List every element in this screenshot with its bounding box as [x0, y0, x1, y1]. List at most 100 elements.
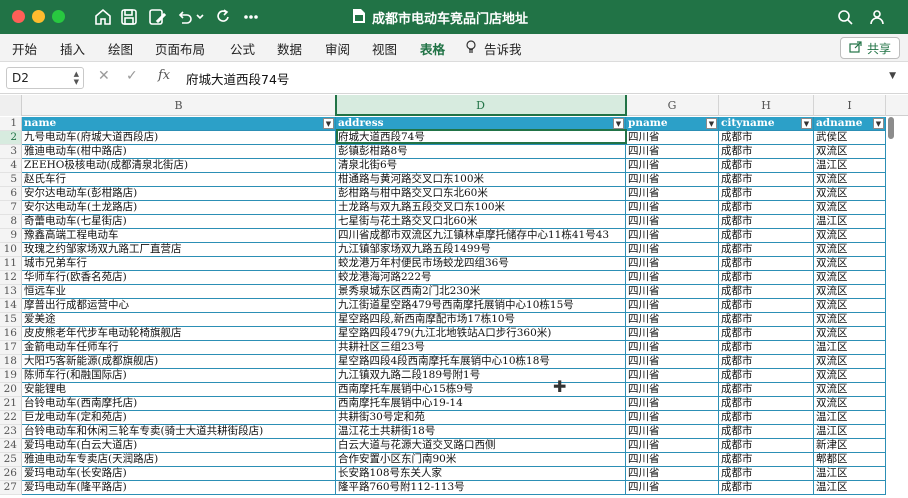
address-cell[interactable]: 柑通路与黄河路交叉口东100米	[336, 173, 626, 187]
province-cell[interactable]: 四川省	[626, 425, 719, 439]
confirm-icon[interactable]: ✓	[126, 68, 138, 84]
name-cell[interactable]: 九号电动车(府城大道西段店)	[22, 131, 336, 145]
province-cell[interactable]: 四川省	[626, 243, 719, 257]
province-cell[interactable]: 四川省	[626, 313, 719, 327]
province-cell[interactable]: 四川省	[626, 145, 719, 159]
header-cell-cityname[interactable]: cityname ▼	[719, 117, 814, 131]
province-cell[interactable]: 四川省	[626, 201, 719, 215]
district-cell[interactable]: 双流区	[814, 355, 886, 369]
district-cell[interactable]: 双流区	[814, 243, 886, 257]
row-header-12[interactable]: 12	[0, 271, 22, 285]
tab-insert[interactable]: 插入	[60, 39, 85, 58]
district-cell[interactable]: 双流区	[814, 257, 886, 271]
row-header-5[interactable]: 5	[0, 173, 22, 187]
name-cell[interactable]: 爱玛电动车(长安路店)	[22, 467, 336, 481]
tab-tell-me[interactable]: 告诉我	[484, 39, 522, 58]
province-cell[interactable]: 四川省	[626, 215, 719, 229]
row-header-6[interactable]: 6	[0, 187, 22, 201]
city-cell[interactable]: 成都市	[719, 411, 814, 425]
address-cell[interactable]: 星空路四段479(九江北地铁站A口步行360米)	[336, 327, 626, 341]
province-cell[interactable]: 四川省	[626, 355, 719, 369]
district-cell[interactable]: 双流区	[814, 271, 886, 285]
province-cell[interactable]: 四川省	[626, 173, 719, 187]
district-cell[interactable]: 温江区	[814, 467, 886, 481]
province-cell[interactable]: 四川省	[626, 411, 719, 425]
province-cell[interactable]: 四川省	[626, 383, 719, 397]
city-cell[interactable]: 成都市	[719, 313, 814, 327]
row-header-24[interactable]: 24	[0, 439, 22, 453]
row-header-4[interactable]: 4	[0, 159, 22, 173]
column-header-i[interactable]: I	[814, 95, 886, 116]
header-cell-adname[interactable]: adname ▼	[814, 117, 886, 131]
district-cell[interactable]: 双流区	[814, 299, 886, 313]
district-cell[interactable]: 双流区	[814, 229, 886, 243]
tab-table[interactable]: 表格	[420, 39, 445, 58]
city-cell[interactable]: 成都市	[719, 243, 814, 257]
district-cell[interactable]: 双流区	[814, 173, 886, 187]
district-cell[interactable]: 温江区	[814, 341, 886, 355]
row-header-20[interactable]: 20	[0, 383, 22, 397]
name-box-stepper-icon[interactable]: ▲ ▼	[74, 70, 79, 86]
address-cell[interactable]: 共耕社区三组23号	[336, 341, 626, 355]
row-header-14[interactable]: 14	[0, 299, 22, 313]
row-header-26[interactable]: 26	[0, 467, 22, 481]
header-cell-name[interactable]: name ▼	[22, 117, 336, 131]
district-cell[interactable]: 双流区	[814, 369, 886, 383]
name-cell[interactable]: 金箭电动车任师车行	[22, 341, 336, 355]
name-cell[interactable]: 皮皮熊老年代步车电动轮椅旗舰店	[22, 327, 336, 341]
share-button[interactable]: 共享	[839, 37, 900, 59]
city-cell[interactable]: 成都市	[719, 173, 814, 187]
row-header-16[interactable]: 16	[0, 327, 22, 341]
address-cell[interactable]: 隆平路760号附112-113号	[336, 481, 626, 495]
row-header-15[interactable]: 15	[0, 313, 22, 327]
name-cell[interactable]: 巨龙电动车(定和苑店)	[22, 411, 336, 425]
name-cell[interactable]: 安尔达电动车(彭柑路店)	[22, 187, 336, 201]
city-cell[interactable]: 成都市	[719, 145, 814, 159]
name-cell[interactable]: 雅迪电动车(柑中路店)	[22, 145, 336, 159]
city-cell[interactable]: 成都市	[719, 467, 814, 481]
city-cell[interactable]: 成都市	[719, 439, 814, 453]
province-cell[interactable]: 四川省	[626, 467, 719, 481]
name-cell[interactable]: 安尔达电动车(土龙路店)	[22, 201, 336, 215]
city-cell[interactable]: 成都市	[719, 257, 814, 271]
district-cell[interactable]: 温江区	[814, 425, 886, 439]
column-header-g[interactable]: G	[626, 95, 719, 116]
minimize-window-button[interactable]	[32, 10, 45, 23]
address-cell[interactable]: 西南摩托车展销中心19-14	[336, 397, 626, 411]
province-cell[interactable]: 四川省	[626, 439, 719, 453]
address-cell[interactable]: 合作安置小区东门南90米	[336, 453, 626, 467]
address-cell[interactable]: 彭镇彭柑路8号	[336, 145, 626, 159]
province-cell[interactable]: 四川省	[626, 369, 719, 383]
filter-dropdown-icon[interactable]: ▼	[323, 118, 334, 129]
formula-input[interactable]: 府城大道西段74号	[186, 69, 289, 88]
name-cell[interactable]: 雅迪电动车专卖店(天润路店)	[22, 453, 336, 467]
address-cell[interactable]: 蛟龙港万年村便民市场蛟龙四组36号	[336, 257, 626, 271]
name-cell[interactable]: 赵氏车行	[22, 173, 336, 187]
tab-formulas[interactable]: 公式	[230, 39, 255, 58]
tab-view[interactable]: 视图	[372, 39, 397, 58]
spreadsheet-grid[interactable]: BDGHI 1 2 3 4 5 6 7 8 9 10 11 12 13 14 15 16 17 18 19 20 21 2…	[0, 95, 908, 498]
maximize-window-button[interactable]	[52, 10, 65, 23]
province-cell[interactable]: 四川省	[626, 341, 719, 355]
district-cell[interactable]: 双流区	[814, 313, 886, 327]
name-cell[interactable]: 爱玛电动车(白云大道店)	[22, 439, 336, 453]
district-cell[interactable]: 温江区	[814, 481, 886, 495]
column-header-d[interactable]: D	[336, 95, 626, 116]
address-cell[interactable]: 星空路四段4段西南摩托车展销中心10栋18号	[336, 355, 626, 369]
city-cell[interactable]: 成都市	[719, 453, 814, 467]
province-cell[interactable]: 四川省	[626, 229, 719, 243]
city-cell[interactable]: 成都市	[719, 481, 814, 495]
tab-review[interactable]: 审阅	[325, 39, 350, 58]
city-cell[interactable]: 成都市	[719, 425, 814, 439]
city-cell[interactable]: 成都市	[719, 383, 814, 397]
district-cell[interactable]: 武侯区	[814, 131, 886, 145]
address-cell[interactable]: 星空路四段,新西南摩配市场17栋10号	[336, 313, 626, 327]
name-cell[interactable]: 豫鑫高端工程电动车	[22, 229, 336, 243]
row-header-2[interactable]: 2	[0, 131, 22, 145]
city-cell[interactable]: 成都市	[719, 341, 814, 355]
tab-page-layout[interactable]: 页面布局	[155, 39, 205, 58]
province-cell[interactable]: 四川省	[626, 299, 719, 313]
address-cell[interactable]: 土龙路与双九路五段交叉口东100米	[336, 201, 626, 215]
expand-formula-icon[interactable]: ▼	[889, 71, 896, 81]
district-cell[interactable]: 双流区	[814, 397, 886, 411]
